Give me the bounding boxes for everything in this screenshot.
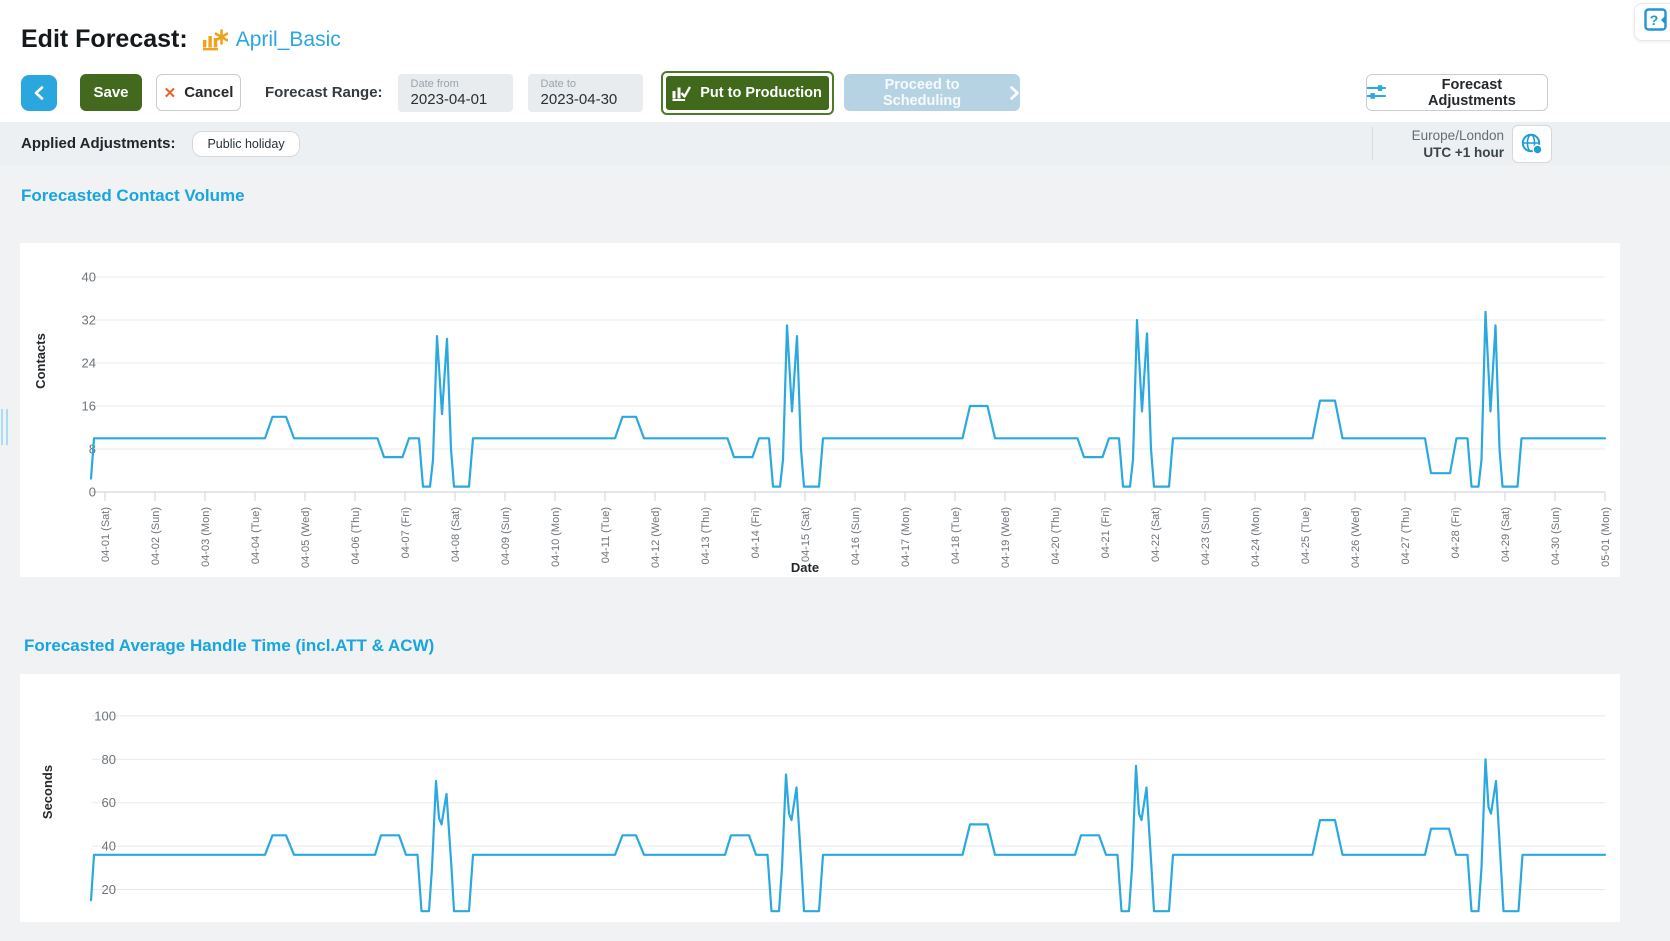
contact-volume-title: Forecasted Contact Volume <box>21 186 1670 206</box>
forecast-range-label: Forecast Range: <box>265 84 383 101</box>
sliders-icon <box>1367 84 1387 101</box>
svg-text:Date: Date <box>791 560 819 575</box>
svg-text:04-23 (Sun): 04-23 (Sun) <box>1200 507 1212 565</box>
page-title: Edit Forecast: <box>21 25 188 54</box>
svg-text:40: 40 <box>102 839 116 854</box>
help-button[interactable]: ? <box>1634 3 1670 41</box>
timezone-offset: UTC +1 hour <box>1412 144 1504 161</box>
svg-text:04-25 (Tue): 04-25 (Tue) <box>1300 507 1312 564</box>
aht-chart[interactable]: 20 40 60 80 100 Seconds <box>20 674 1620 922</box>
svg-text:100: 100 <box>94 708 116 723</box>
svg-text:04-20 (Thu): 04-20 (Thu) <box>1050 507 1062 564</box>
timezone-globe-button[interactable] <box>1512 125 1552 163</box>
svg-text:Seconds: Seconds <box>40 765 55 819</box>
svg-text:04-17 (Mon): 04-17 (Mon) <box>900 507 912 567</box>
timezone-divider <box>1372 127 1373 160</box>
back-button[interactable] <box>21 75 57 111</box>
svg-text:04-21 (Fri): 04-21 (Fri) <box>1100 507 1112 558</box>
svg-text:04-19 (Wed): 04-19 (Wed) <box>1000 507 1012 568</box>
timezone-region: Europe/London <box>1412 127 1504 144</box>
chevron-right-icon <box>1009 86 1020 100</box>
svg-text:04-08 (Sat): 04-08 (Sat) <box>450 507 462 562</box>
svg-text:04-14 (Fri): 04-14 (Fri) <box>750 507 762 558</box>
applied-adjustments-bar: Applied Adjustments: Public holiday Euro… <box>0 122 1670 165</box>
svg-text:04-15 (Sat): 04-15 (Sat) <box>800 507 812 562</box>
adjustment-chip-public-holiday[interactable]: Public holiday <box>192 131 299 157</box>
svg-text:16: 16 <box>82 399 96 414</box>
applied-adjustments-label: Applied Adjustments: <box>21 135 175 152</box>
svg-text:04-09 (Sun): 04-09 (Sun) <box>500 507 512 565</box>
svg-text:40: 40 <box>82 270 96 285</box>
svg-text:04-12 (Wed): 04-12 (Wed) <box>650 507 662 568</box>
date-to-value: 2023-04-30 <box>541 91 643 108</box>
contact-volume-chart[interactable]: 081624324004-01 (Sat)04-02 (Sun)04-03 (M… <box>20 243 1620 577</box>
svg-text:05-01 (Mon): 05-01 (Mon) <box>1600 507 1612 567</box>
svg-text:04-10 (Mon): 04-10 (Mon) <box>550 507 562 567</box>
svg-text:04-26 (Wed): 04-26 (Wed) <box>1350 507 1362 568</box>
put-to-production-button[interactable]: Put to Production <box>666 76 829 110</box>
svg-text:04-11 (Tue): 04-11 (Tue) <box>600 507 612 563</box>
cancel-button[interactable]: ✕ Cancel <box>156 74 241 111</box>
svg-text:04-22 (Sat): 04-22 (Sat) <box>1150 507 1162 562</box>
forecast-icon <box>202 28 228 56</box>
svg-text:04-29 (Sat): 04-29 (Sat) <box>1500 507 1512 562</box>
forecast-adjustments-button[interactable]: Forecast Adjustments <box>1366 74 1548 111</box>
svg-text:04-18 (Tue): 04-18 (Tue) <box>950 507 962 564</box>
date-from-label: Date from <box>411 78 513 90</box>
svg-text:04-28 (Fri): 04-28 (Fri) <box>1450 507 1462 558</box>
svg-text:04-07 (Fri): 04-07 (Fri) <box>400 507 412 558</box>
aht-chart-card: 20 40 60 80 100 Seconds <box>20 674 1620 922</box>
chart-check-icon <box>672 84 691 101</box>
help-question-icon: ? <box>1643 7 1669 38</box>
cancel-x-icon: ✕ <box>164 84 177 102</box>
svg-text:04-27 (Thu): 04-27 (Thu) <box>1400 507 1412 564</box>
contact-volume-chart-card: 081624324004-01 (Sat)04-02 (Sun)04-03 (M… <box>20 243 1620 577</box>
date-from-field[interactable]: Date from 2023-04-01 <box>398 74 513 112</box>
date-to-field[interactable]: Date to 2023-04-30 <box>528 74 643 112</box>
forecast-name[interactable]: April_Basic <box>236 28 341 52</box>
svg-text:20: 20 <box>102 882 116 897</box>
put-to-production-focus-ring: Put to Production <box>661 71 834 115</box>
svg-text:60: 60 <box>102 795 116 810</box>
chevron-left-icon <box>32 85 46 101</box>
svg-text:0: 0 <box>89 485 96 500</box>
timezone-info: Europe/London UTC +1 hour <box>1412 127 1504 161</box>
charts-area: Forecasted Contact Volume 081624324004-0… <box>0 165 1670 922</box>
page-header: Edit Forecast: April_Basic <box>0 0 1670 63</box>
date-from-value: 2023-04-01 <box>411 91 513 108</box>
side-drawer-handle[interactable] <box>1 409 8 445</box>
svg-text:?: ? <box>1650 12 1659 28</box>
svg-text:80: 80 <box>102 752 116 767</box>
svg-text:24: 24 <box>82 356 96 371</box>
globe-icon <box>1520 132 1544 156</box>
svg-text:04-04 (Tue): 04-04 (Tue) <box>250 507 262 564</box>
svg-text:04-30 (Sun): 04-30 (Sun) <box>1550 507 1562 565</box>
svg-text:04-01 (Sat): 04-01 (Sat) <box>100 507 112 562</box>
svg-text:32: 32 <box>82 313 96 328</box>
save-button[interactable]: Save <box>80 74 142 111</box>
svg-text:04-02 (Sun): 04-02 (Sun) <box>150 507 162 565</box>
svg-text:04-13 (Thu): 04-13 (Thu) <box>700 507 712 564</box>
svg-text:04-24 (Mon): 04-24 (Mon) <box>1250 507 1262 567</box>
aht-title: Forecasted Average Handle Time (incl.ATT… <box>24 636 1670 656</box>
proceed-to-scheduling-button[interactable]: Proceed to Scheduling <box>844 74 1020 111</box>
svg-text:04-03 (Mon): 04-03 (Mon) <box>200 507 212 567</box>
svg-text:04-05 (Wed): 04-05 (Wed) <box>300 507 312 568</box>
toolbar: Save ✕ Cancel Forecast Range: Date from … <box>0 63 1670 122</box>
svg-text:Contacts: Contacts <box>33 333 48 389</box>
date-to-label: Date to <box>541 78 643 90</box>
svg-text:04-16 (Sun): 04-16 (Sun) <box>850 507 862 565</box>
svg-text:04-06 (Thu): 04-06 (Thu) <box>350 507 362 564</box>
